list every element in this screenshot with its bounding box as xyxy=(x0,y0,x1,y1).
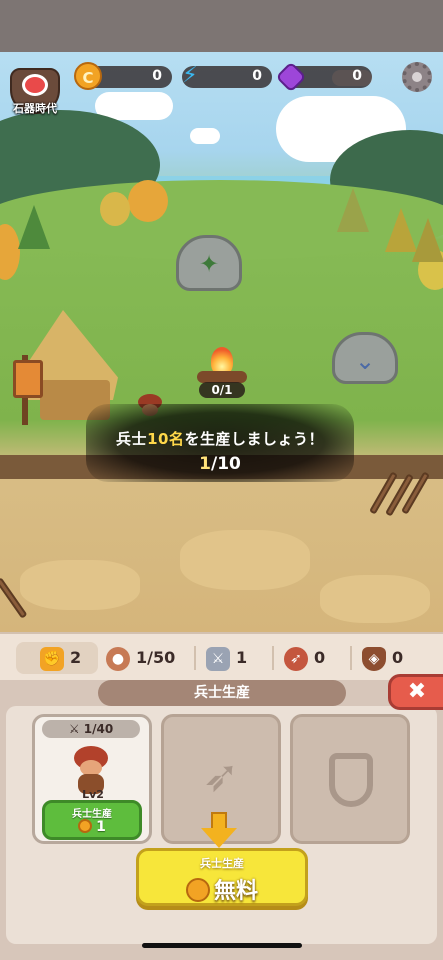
shield-slot-locked[interactable] xyxy=(290,714,410,844)
produce-soldier-cost-value: 1 xyxy=(96,819,106,835)
top-bar-strip xyxy=(0,0,443,52)
sword-stat[interactable]: ⚔ 1 xyxy=(206,642,247,674)
bow-icon: ➶ xyxy=(202,751,240,802)
produce-soldier-cost: 1 xyxy=(45,819,139,835)
mission-count-highlight: 10名 xyxy=(147,430,185,448)
game-screen: ✦ ⌄ 0/1 兵士10名を生産しましょう！ 1/10 石器時代 C 0 ⚡ 0 xyxy=(0,0,443,960)
leaf-icon: ✦ xyxy=(198,250,220,278)
tree xyxy=(100,192,130,226)
ground-patch xyxy=(180,530,310,590)
produce-soldier-label: 兵士生産 xyxy=(72,809,112,820)
chevron-emblem-icon: ⌄ xyxy=(354,347,376,375)
free-produce-text-value: 無料 xyxy=(213,879,258,904)
ground-patch xyxy=(20,560,140,610)
cloud xyxy=(190,128,220,144)
coin-icon xyxy=(78,819,93,833)
sword-icon: ⚔ xyxy=(206,646,230,671)
village-scene[interactable]: ✦ ⌄ 0/1 兵士10名を生産しましょう！ 1/10 xyxy=(0,0,443,632)
campfire-count: 0/1 xyxy=(199,382,245,398)
divider xyxy=(194,646,196,670)
tree xyxy=(412,218,443,262)
bow-stat[interactable]: ➶ 0 xyxy=(284,642,325,674)
coin-icon xyxy=(185,878,210,902)
mission-text: 兵士10名を生産しましょう！ xyxy=(86,428,354,449)
tree xyxy=(18,205,50,249)
ground-patch xyxy=(320,575,430,623)
level-fist-icon: ✊ xyxy=(40,646,64,671)
energy-counter[interactable]: ⚡ 0 xyxy=(182,63,272,88)
shield-stone[interactable]: ⌄ xyxy=(332,332,398,384)
shield-value: 0 xyxy=(392,648,404,667)
level-value: 2 xyxy=(70,648,82,667)
level-stat[interactable]: ✊ 2 xyxy=(16,642,98,674)
shield-icon: ◈ xyxy=(362,646,386,671)
divider xyxy=(350,646,352,670)
unit-capacity: ⚔ 1/40 xyxy=(42,720,140,738)
coin-value: 0 xyxy=(152,68,162,84)
tree xyxy=(128,180,168,222)
free-produce-label: 兵士生産 xyxy=(200,857,244,870)
coin-counter[interactable]: C 0 xyxy=(74,62,172,90)
close-button[interactable]: ✖ xyxy=(388,674,443,710)
mission-progress-total: /10 xyxy=(210,454,241,474)
era-label: 石器時代 xyxy=(13,102,57,115)
bow-value: 0 xyxy=(314,648,326,667)
divider xyxy=(272,646,274,670)
campfire[interactable] xyxy=(195,345,249,385)
mission-progress: 1/10 xyxy=(86,454,354,474)
population-icon: ● xyxy=(106,646,130,671)
population-value: 1/50 xyxy=(136,648,176,667)
lightning-icon: ⚡ xyxy=(182,63,198,88)
arrow-head xyxy=(201,828,237,848)
produce-soldier-button[interactable]: 兵士生産 1 xyxy=(42,800,142,840)
bow-icon: ➶ xyxy=(284,646,308,671)
sword-mini-icon: ⚔ xyxy=(68,722,84,736)
production-title: 兵士生産 xyxy=(98,680,346,706)
tree xyxy=(337,188,369,232)
gear-icon[interactable] xyxy=(402,62,432,92)
shield-icon xyxy=(329,753,373,807)
sword-banner-icon[interactable] xyxy=(13,360,43,398)
mission-progress-current: 1 xyxy=(199,454,211,474)
free-produce-button[interactable]: 兵士生産 無料 xyxy=(136,848,308,906)
plant-stone[interactable]: ✦ xyxy=(176,235,242,291)
population-stat[interactable]: ● 1/50 xyxy=(106,642,175,674)
free-produce-text: 無料 xyxy=(139,873,305,905)
energy-value: 0 xyxy=(252,68,262,84)
mission-text-after: を生産しましょう！ xyxy=(184,430,324,448)
down-arrow-icon xyxy=(201,812,237,852)
mission-prompt: 兵士10名を生産しましょう！ 1/10 xyxy=(86,404,354,482)
sword-value: 1 xyxy=(236,648,248,667)
gem-value: 0 xyxy=(352,68,362,84)
unit-capacity-value: 1/40 xyxy=(83,722,114,736)
coin-icon: C xyxy=(74,62,102,90)
mission-text-before: 兵士 xyxy=(116,430,148,448)
meat-icon xyxy=(22,74,48,96)
shield-stat[interactable]: ◈ 0 xyxy=(362,642,403,674)
gem-counter[interactable]: 0 xyxy=(275,61,372,93)
army-stats-bar: ✊ 2 ● 1/50 ⚔ 1 ➶ 0 ◈ 0 xyxy=(0,632,443,680)
home-indicator[interactable] xyxy=(142,943,302,948)
